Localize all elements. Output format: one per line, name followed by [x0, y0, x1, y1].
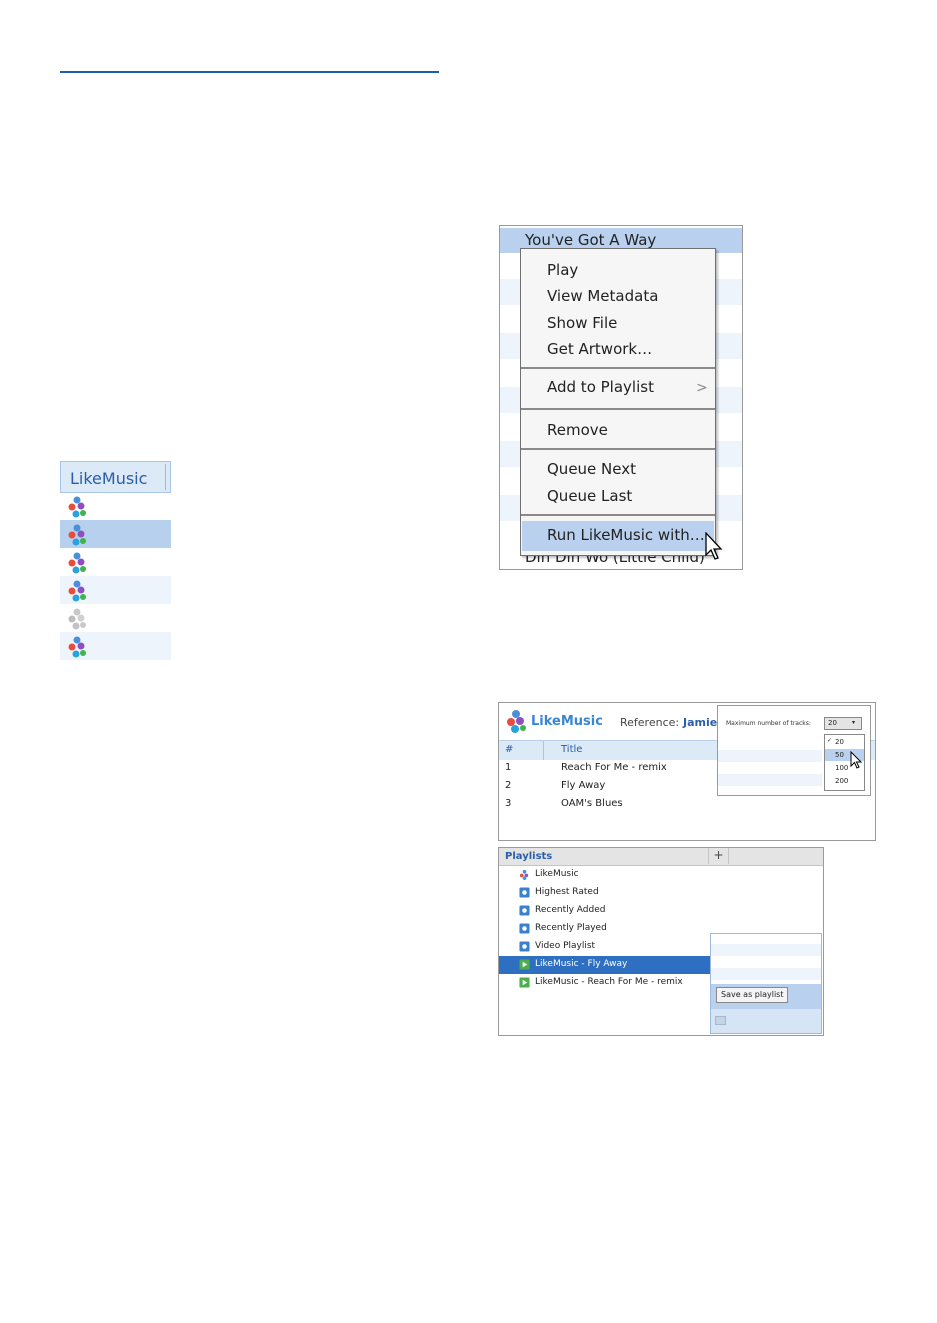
- menu-item-queue-next[interactable]: Queue Next: [547, 460, 636, 478]
- likemusic-row[interactable]: [60, 604, 171, 632]
- likemusic-icon: [68, 496, 86, 518]
- mouse-cursor-icon: [850, 751, 863, 769]
- track-title: OAM's Blues: [561, 798, 623, 809]
- playlist-item-likemusic[interactable]: LikeMusic: [499, 866, 711, 884]
- reference-artist: Jamie: [683, 716, 718, 729]
- menu-item-view-metadata[interactable]: View Metadata: [547, 287, 658, 305]
- likemusic-icon-grey: [68, 608, 86, 630]
- smart-playlist-icon: [519, 941, 530, 952]
- playlist-label: Video Playlist: [535, 941, 596, 951]
- likemusic-row[interactable]: [60, 632, 171, 660]
- section-rule: [60, 71, 439, 73]
- menu-item-show-file[interactable]: Show File: [547, 314, 617, 332]
- likemusic-row[interactable]: [60, 520, 171, 548]
- max-tracks-value: 20: [828, 719, 837, 727]
- option-200[interactable]: 200: [825, 775, 864, 787]
- playlist-item-recently-played[interactable]: Recently Played: [499, 920, 711, 938]
- track-number: 3: [505, 798, 512, 809]
- add-playlist-button[interactable]: +: [708, 848, 729, 864]
- menu-separator: [521, 514, 715, 516]
- playlists-screenshot: Playlists + LikeMusic Highest Rated Rece…: [498, 847, 824, 1036]
- playlist-panel: Save as playlist: [710, 933, 822, 1034]
- dropdown-arrow-icon: ▾: [852, 719, 856, 726]
- playlists-title: Playlists: [505, 851, 553, 862]
- likemusic-row[interactable]: [60, 576, 171, 604]
- selected-song-title: You've Got A Way: [525, 231, 657, 249]
- playlist-label: LikeMusic: [535, 869, 579, 879]
- track-title: Reach For Me - remix: [561, 762, 667, 773]
- mouse-cursor-icon: [705, 532, 723, 560]
- context-menu-screenshot: You've Got A Way Din Din Wo (Little Chil…: [499, 225, 743, 570]
- max-tracks-select[interactable]: 20 ▾: [824, 717, 862, 730]
- track-title: Fly Away: [561, 780, 606, 791]
- checkmark-icon: ✓: [827, 737, 833, 744]
- table-row[interactable]: 3 OAM's Blues: [499, 796, 875, 814]
- likemusic-icon: [68, 636, 86, 658]
- smart-playlist-icon: [519, 905, 530, 916]
- smart-playlist-icon: [519, 887, 530, 898]
- likemusic-icon: [519, 869, 529, 880]
- track-number: 2: [505, 780, 512, 791]
- context-menu: Play View Metadata Show File Get Artwork…: [520, 248, 716, 556]
- submenu-chevron-icon: >: [696, 380, 708, 396]
- playlist-item-recently-added[interactable]: Recently Added: [499, 902, 711, 920]
- menu-item-run-likemusic[interactable]: Run LikeMusic with…: [547, 526, 705, 544]
- likemusic-logo-icon: [507, 710, 526, 733]
- playlist-label: LikeMusic - Reach For Me - remix: [535, 977, 683, 987]
- playlist-item-likemusic-reach-for-me[interactable]: LikeMusic - Reach For Me - remix: [499, 974, 711, 992]
- reference-screenshot: LikeMusic Reference: Jamie # Title 1 Rea…: [498, 702, 876, 841]
- likemusic-icon: [68, 524, 86, 546]
- menu-item-remove[interactable]: Remove: [547, 421, 608, 439]
- smart-playlist-icon: [519, 923, 530, 934]
- playlist-icon: [519, 959, 530, 970]
- playlist-item-video-playlist[interactable]: Video Playlist: [499, 938, 711, 956]
- max-tracks-popup: Maximum number of tracks: 20 ▾ ✓ 20 50 10…: [717, 705, 871, 796]
- likemusic-row[interactable]: [60, 492, 171, 520]
- track-number: 1: [505, 762, 512, 773]
- playlist-icon: [519, 977, 530, 988]
- playlist-label: Recently Played: [535, 923, 607, 933]
- playlist-label: LikeMusic - Fly Away: [535, 959, 628, 969]
- likemusic-column-label: LikeMusic: [70, 469, 148, 488]
- likemusic-icon: [68, 580, 86, 602]
- likemusic-row[interactable]: [60, 548, 171, 576]
- playlist-label: Highest Rated: [535, 887, 599, 897]
- playlists-header: Playlists +: [499, 848, 823, 866]
- menu-item-play[interactable]: Play: [547, 261, 578, 279]
- likemusic-column-header[interactable]: LikeMusic: [60, 461, 171, 493]
- column-title[interactable]: Title: [561, 744, 582, 755]
- menu-item-queue-last[interactable]: Queue Last: [547, 487, 632, 505]
- playlist-item-highest-rated[interactable]: Highest Rated: [499, 884, 711, 902]
- menu-item-add-to-playlist[interactable]: Add to Playlist: [547, 378, 654, 396]
- save-as-playlist-button[interactable]: Save as playlist: [716, 987, 789, 1003]
- menu-separator: [521, 408, 715, 410]
- column-number[interactable]: #: [505, 744, 513, 755]
- folder-icon: [715, 1016, 726, 1025]
- menu-separator: [521, 367, 715, 369]
- menu-separator: [521, 448, 715, 450]
- reference-label: Reference:: [620, 716, 680, 729]
- playlist-label: Recently Added: [535, 905, 606, 915]
- likemusic-logo-text: LikeMusic: [531, 714, 603, 729]
- playlist-item-likemusic-fly-away[interactable]: LikeMusic - Fly Away: [499, 956, 711, 974]
- max-tracks-label: Maximum number of tracks:: [726, 720, 811, 727]
- likemusic-icon: [68, 552, 86, 574]
- likemusic-column: LikeMusic: [60, 461, 171, 660]
- menu-item-get-artwork[interactable]: Get Artwork…: [547, 340, 652, 358]
- option-20[interactable]: ✓ 20: [825, 736, 864, 748]
